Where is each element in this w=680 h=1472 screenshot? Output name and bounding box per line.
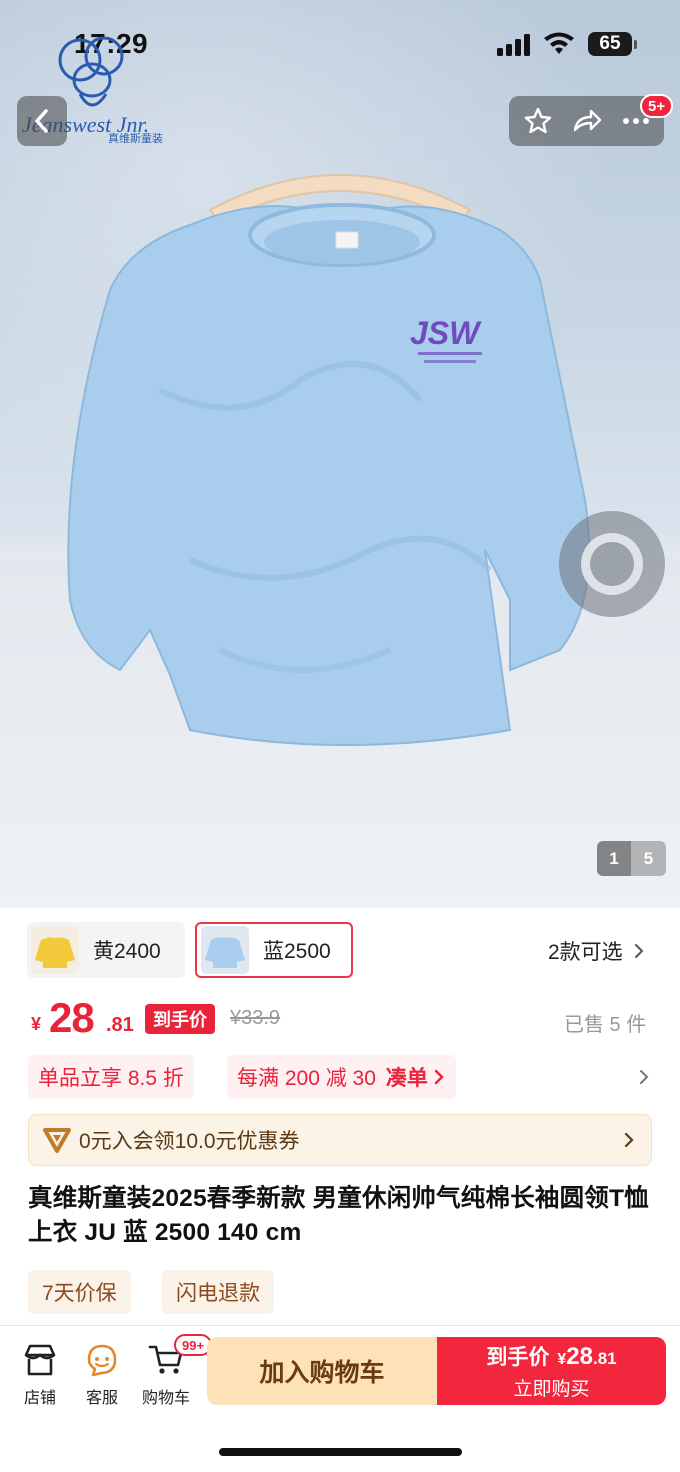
chevron-right-icon [634,944,644,958]
shirt-logo-print: JSW [410,315,482,351]
gallery-current-index: 1 [597,841,631,876]
variant-label: 蓝2500 [263,940,331,963]
more-variants-link[interactable]: 2款可选 [548,936,649,966]
buy-price-currency: ¥ [557,1351,567,1368]
promotion-row[interactable]: 单品立享 8.5 折 每满 200 减 30 凑单 [0,1055,680,1101]
share-icon [573,109,602,132]
notification-badge: 5+ [640,94,674,118]
favorite-button[interactable] [513,96,563,146]
price-integer: 28 [49,994,95,1041]
buy-price-integer: 28 [566,1343,593,1370]
buy-now-label: 立即购买 [513,1379,590,1400]
price-row: ¥ 28 .81 到手价 ¥33.9 已售 5 件 [0,994,680,1046]
final-price-tag: 到手价 [145,1004,215,1034]
more-variants-label: 2款可选 [548,941,623,964]
back-button[interactable] [17,96,67,146]
cart-button[interactable]: 99+ 购物车 [136,1334,213,1408]
variant-thumbnail [201,926,249,974]
product-image-gallery[interactable]: JSW 17:29 65 Jeanswest Jnr. 真维斯童装 5+ 1 5 [0,0,680,908]
store-icon [24,1344,56,1376]
buy-price-decimal: .81 [592,1349,617,1368]
buy-now-button[interactable]: 到手价 ¥ 28 .81 立即购买 [437,1337,666,1405]
brand-subtitle: 真维斯童装 [108,133,163,145]
gallery-total-count: 5 [631,841,666,876]
coupon-text: 0元入会领10.0元优惠券 [79,1130,300,1153]
battery-indicator: 65 [588,32,632,56]
service-tag-price-protect[interactable]: 7天价保 [28,1270,131,1314]
chevron-right-icon [624,1132,634,1148]
customer-service-button[interactable]: 客服 [72,1338,132,1408]
product-photo: JSW [67,174,591,746]
floating-assistive-button[interactable] [559,511,665,617]
variant-option-yellow[interactable]: 黄2400 [27,922,185,978]
gallery-pager: 1 5 [597,841,666,876]
vip-v-icon [43,1128,71,1153]
chevron-right-icon [640,1070,649,1084]
more-dots-icon [623,118,649,124]
variant-option-blue[interactable]: 蓝2500 [195,922,353,978]
bottom-bar-divider [0,1325,680,1326]
chevron-left-icon [35,109,48,133]
battery-tip [634,40,637,49]
price-currency: ¥ [31,1014,42,1034]
threshold-promo[interactable]: 每满 200 减 30 凑单 [227,1055,456,1099]
discount-promo: 单品立享 8.5 折 [28,1055,194,1099]
service-tag-fast-refund[interactable]: 闪电退款 [162,1270,274,1314]
variant-thumbnail [31,926,79,974]
membership-coupon-banner[interactable]: 0元入会领10.0元优惠券 [28,1114,652,1166]
home-indicator[interactable] [219,1448,462,1456]
customer-service-label: 客服 [85,1390,118,1407]
cart-label: 购物车 [141,1390,190,1407]
store-button[interactable]: 店铺 [10,1338,70,1408]
sold-count: 已售 5 件 [564,1014,647,1036]
discount-promo-label: 单品立享 8.5 折 [38,1067,184,1090]
original-price: ¥33.9 [230,1007,281,1029]
variant-label: 黄2400 [93,940,161,963]
cellular-signal-icon [497,34,530,56]
share-button[interactable] [562,96,612,146]
price-decimal: .81 [106,1014,134,1036]
wifi-icon [544,32,574,54]
customer-service-icon [87,1344,117,1377]
assistive-ring-icon [581,533,643,595]
add-to-cart-button[interactable]: 加入购物车 [207,1337,437,1405]
threshold-promo-label: 每满 200 减 30 [237,1067,376,1090]
variant-selector: 黄2400 蓝2500 2款可选 [0,918,680,984]
store-label: 店铺 [23,1390,56,1407]
add-on-label: 凑单 [385,1067,428,1090]
chevron-right-icon [434,1069,444,1085]
buy-price-label: 到手价 [486,1346,550,1369]
star-icon [524,107,552,134]
product-title: 真维斯童装2025春季新款 男童休闲帅气纯棉长袖圆领T恤上衣 JU 蓝 2500… [28,1185,649,1246]
